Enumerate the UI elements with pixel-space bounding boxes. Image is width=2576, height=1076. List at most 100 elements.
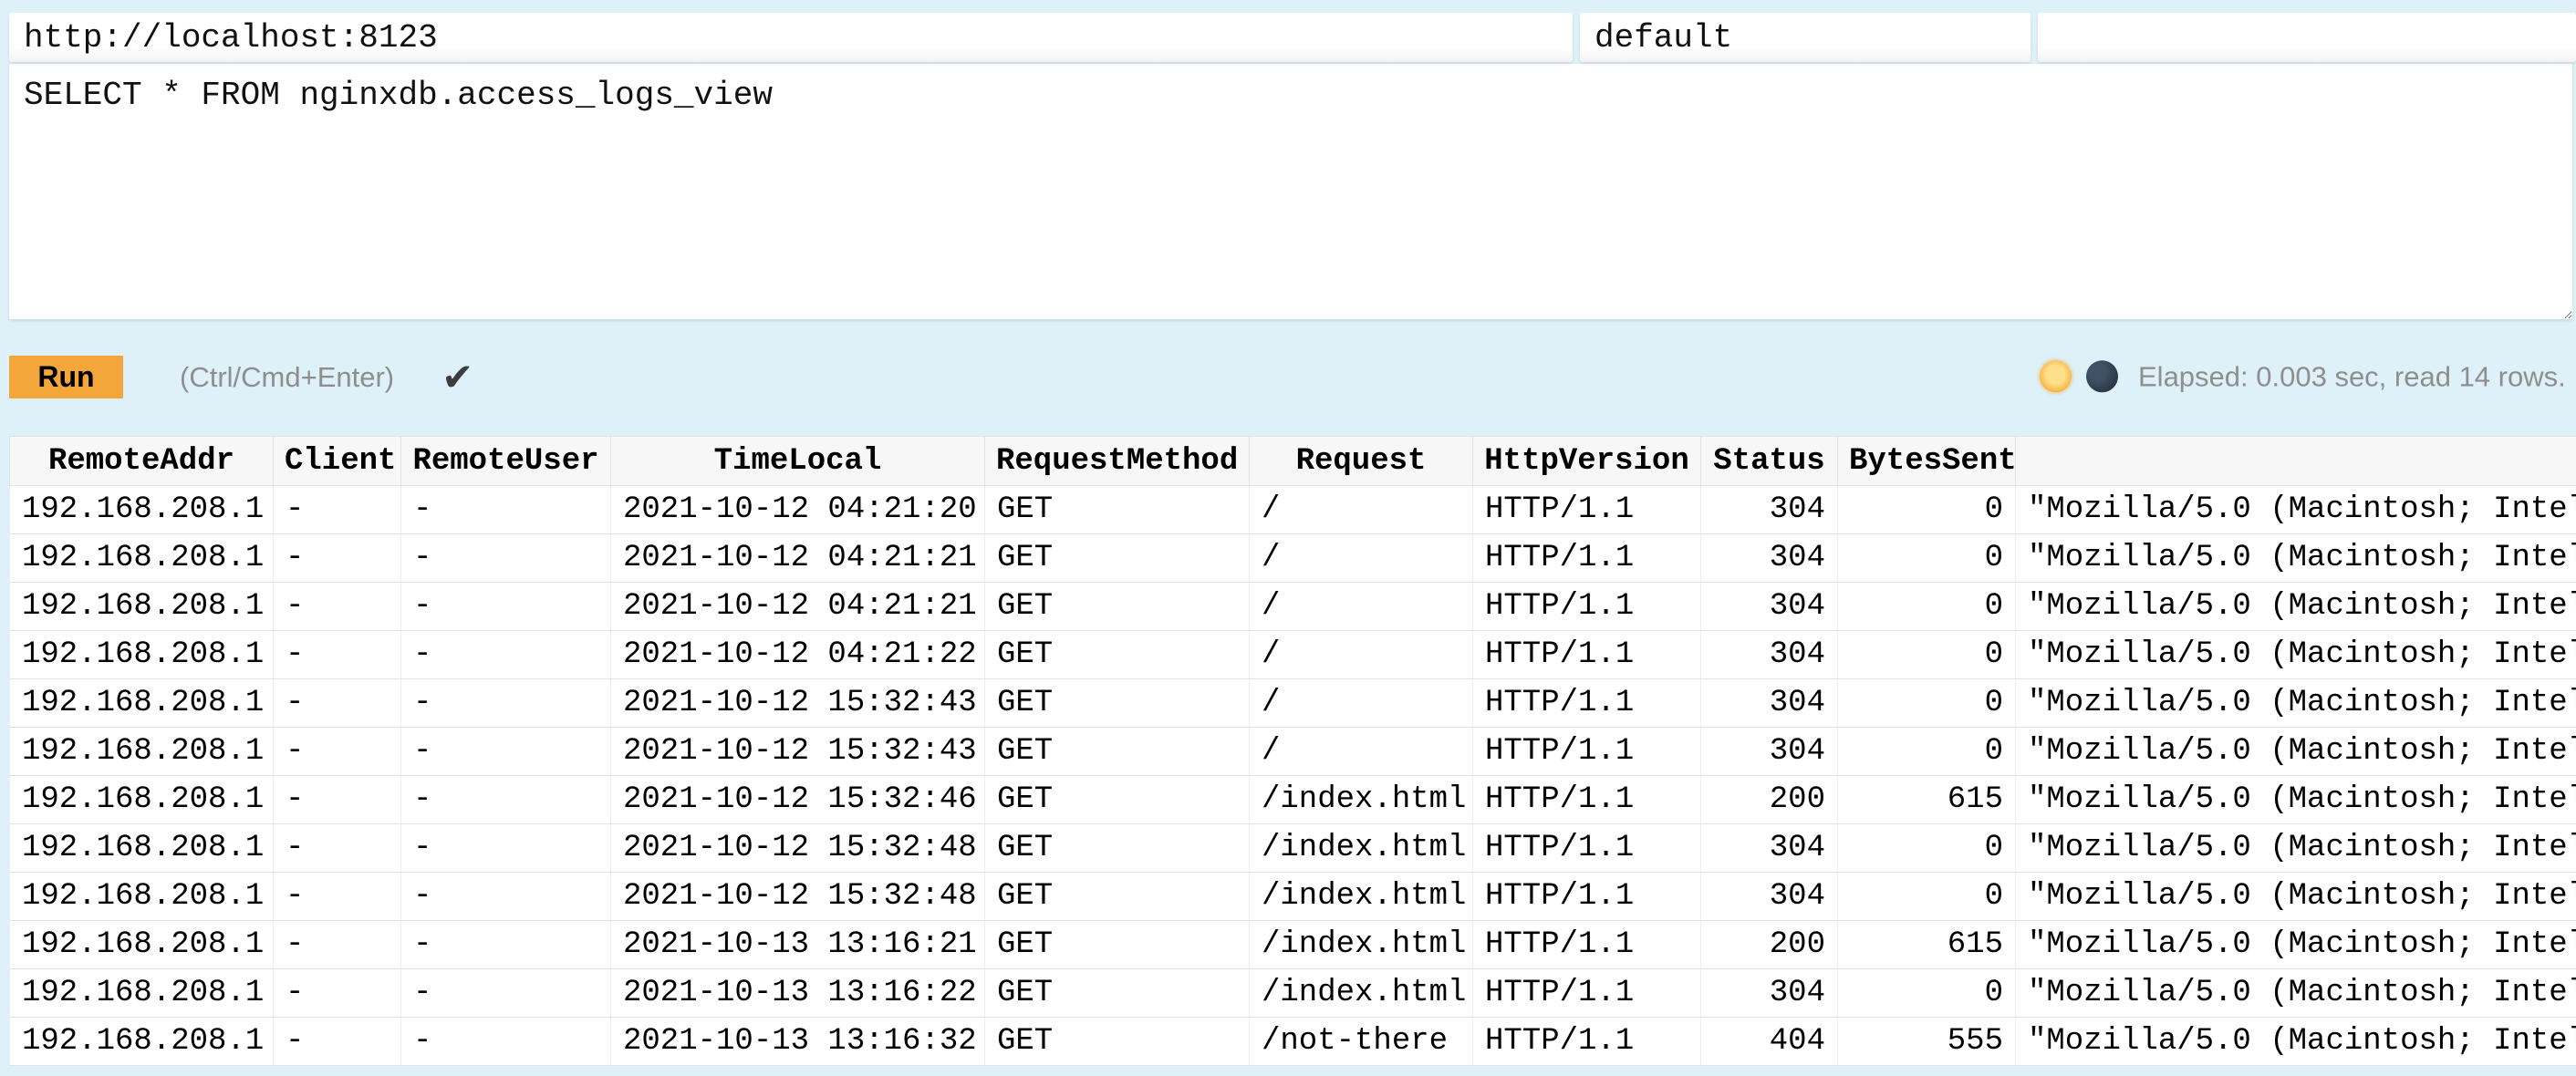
cell-remote_addr: 192.168.208.1 <box>10 969 274 1018</box>
cell-request: / <box>1250 728 1473 776</box>
cell-http_version: HTTP/1.1 <box>1473 728 1701 776</box>
cell-remote_addr: 192.168.208.1 <box>10 679 274 728</box>
column-header-request: Request <box>1250 437 1473 486</box>
cell-status: 304 <box>1701 728 1838 776</box>
table-row: 192.168.208.1--2021-10-13 13:16:22GET/in… <box>10 969 2576 1018</box>
cell-http_user_agent: "Mozilla/5.0 (Macintosh; Intel <box>2016 921 2576 969</box>
cell-request: / <box>1250 679 1473 728</box>
cell-request_method: GET <box>985 969 1250 1018</box>
cell-time_local: 2021-10-12 04:21:20 <box>611 486 985 534</box>
cell-request_method: GET <box>985 679 1250 728</box>
cell-request: /index.html <box>1250 969 1473 1018</box>
cell-client: - <box>274 486 401 534</box>
cell-request: /index.html <box>1250 824 1473 873</box>
column-header-remote_addr: RemoteAddr <box>10 437 274 486</box>
cell-status: 200 <box>1701 921 1838 969</box>
shortcut-hint: (Ctrl/Cmd+Enter) <box>180 361 394 394</box>
moon-theme-icon[interactable] <box>2086 360 2118 392</box>
cell-client: - <box>274 824 401 873</box>
cell-status: 304 <box>1701 534 1838 583</box>
cell-http_user_agent: "Mozilla/5.0 (Macintosh; Intel <box>2016 486 2576 534</box>
cell-remote_addr: 192.168.208.1 <box>10 1018 274 1066</box>
cell-time_local: 2021-10-13 13:16:22 <box>611 969 985 1018</box>
cell-request: / <box>1250 583 1473 631</box>
cell-remote_addr: 192.168.208.1 <box>10 873 274 921</box>
cell-http_version: HTTP/1.1 <box>1473 486 1701 534</box>
cell-http_version: HTTP/1.1 <box>1473 776 1701 824</box>
table-row: 192.168.208.1--2021-10-12 04:21:21GET/HT… <box>10 534 2576 583</box>
server-url-input[interactable] <box>9 13 1573 62</box>
cell-http_version: HTTP/1.1 <box>1473 631 1701 679</box>
password-input[interactable] <box>2038 13 2576 62</box>
cell-remote_user: - <box>401 776 611 824</box>
column-header-http_version: HttpVersion <box>1473 437 1701 486</box>
cell-remote_user: - <box>401 969 611 1018</box>
cell-client: - <box>274 534 401 583</box>
cell-remote_addr: 192.168.208.1 <box>10 486 274 534</box>
cell-client: - <box>274 583 401 631</box>
check-icon: ✔ <box>441 358 473 397</box>
cell-time_local: 2021-10-12 15:32:48 <box>611 824 985 873</box>
cell-time_local: 2021-10-12 04:21:21 <box>611 534 985 583</box>
cell-request: /index.html <box>1250 776 1473 824</box>
cell-request: / <box>1250 631 1473 679</box>
cell-request_method: GET <box>985 1018 1250 1066</box>
cell-http_version: HTTP/1.1 <box>1473 921 1701 969</box>
cell-request: / <box>1250 534 1473 583</box>
table-header-row: RemoteAddrClientRemoteUserTimeLocalReque… <box>10 437 2576 486</box>
cell-bytes_sent: 0 <box>1838 534 2016 583</box>
cell-request_method: GET <box>985 824 1250 873</box>
column-header-bytes_sent: BytesSent <box>1838 437 2016 486</box>
cell-http_version: HTTP/1.1 <box>1473 824 1701 873</box>
cell-status: 304 <box>1701 824 1838 873</box>
cell-request_method: GET <box>985 921 1250 969</box>
cell-bytes_sent: 0 <box>1838 679 2016 728</box>
cell-client: - <box>274 679 401 728</box>
table-row: 192.168.208.1--2021-10-12 04:21:20GET/HT… <box>10 486 2576 534</box>
table-row: 192.168.208.1--2021-10-12 04:21:21GET/HT… <box>10 583 2576 631</box>
table-row: 192.168.208.1--2021-10-13 13:16:21GET/in… <box>10 921 2576 969</box>
cell-remote_user: - <box>401 583 611 631</box>
cell-http_version: HTTP/1.1 <box>1473 1018 1701 1066</box>
column-header-remote_user: RemoteUser <box>401 437 611 486</box>
user-input[interactable] <box>1580 13 2031 62</box>
cell-client: - <box>274 631 401 679</box>
results-table: RemoteAddrClientRemoteUserTimeLocalReque… <box>9 436 2576 1066</box>
cell-remote_user: - <box>401 486 611 534</box>
cell-http_user_agent: "Mozilla/5.0 (Macintosh; Intel <box>2016 969 2576 1018</box>
cell-remote_addr: 192.168.208.1 <box>10 583 274 631</box>
cell-status: 304 <box>1701 969 1838 1018</box>
cell-time_local: 2021-10-12 15:32:43 <box>611 679 985 728</box>
cell-remote_addr: 192.168.208.1 <box>10 776 274 824</box>
cell-http_version: HTTP/1.1 <box>1473 583 1701 631</box>
cell-time_local: 2021-10-13 13:16:21 <box>611 921 985 969</box>
cell-status: 304 <box>1701 873 1838 921</box>
run-button[interactable]: Run <box>9 356 123 398</box>
cell-http_user_agent: "Mozilla/5.0 (Macintosh; Intel <box>2016 1018 2576 1066</box>
sun-theme-icon[interactable] <box>2040 360 2072 392</box>
table-row: 192.168.208.1--2021-10-13 13:16:32GET/no… <box>10 1018 2576 1066</box>
cell-remote_user: - <box>401 1018 611 1066</box>
cell-bytes_sent: 0 <box>1838 631 2016 679</box>
table-row: 192.168.208.1--2021-10-12 15:32:43GET/HT… <box>10 679 2576 728</box>
cell-request_method: GET <box>985 583 1250 631</box>
cell-status: 404 <box>1701 1018 1838 1066</box>
cell-request_method: GET <box>985 486 1250 534</box>
cell-request: /index.html <box>1250 921 1473 969</box>
connection-bar <box>0 0 2576 62</box>
cell-client: - <box>274 921 401 969</box>
cell-time_local: 2021-10-12 15:32:48 <box>611 873 985 921</box>
cell-status: 304 <box>1701 583 1838 631</box>
cell-request_method: GET <box>985 776 1250 824</box>
cell-time_local: 2021-10-12 15:32:43 <box>611 728 985 776</box>
results-area: RemoteAddrClientRemoteUserTimeLocalReque… <box>9 436 2576 1066</box>
query-stats: Elapsed: 0.003 sec, read 14 rows. <box>2138 360 2566 393</box>
cell-http_user_agent: "Mozilla/5.0 (Macintosh; Intel <box>2016 824 2576 873</box>
cell-client: - <box>274 728 401 776</box>
cell-remote_addr: 192.168.208.1 <box>10 824 274 873</box>
query-editor[interactable]: SELECT * FROM nginxdb.access_logs_view <box>9 64 2572 319</box>
cell-bytes_sent: 0 <box>1838 728 2016 776</box>
cell-client: - <box>274 969 401 1018</box>
status-group: Elapsed: 0.003 sec, read 14 rows. <box>2040 360 2566 393</box>
cell-bytes_sent: 0 <box>1838 873 2016 921</box>
